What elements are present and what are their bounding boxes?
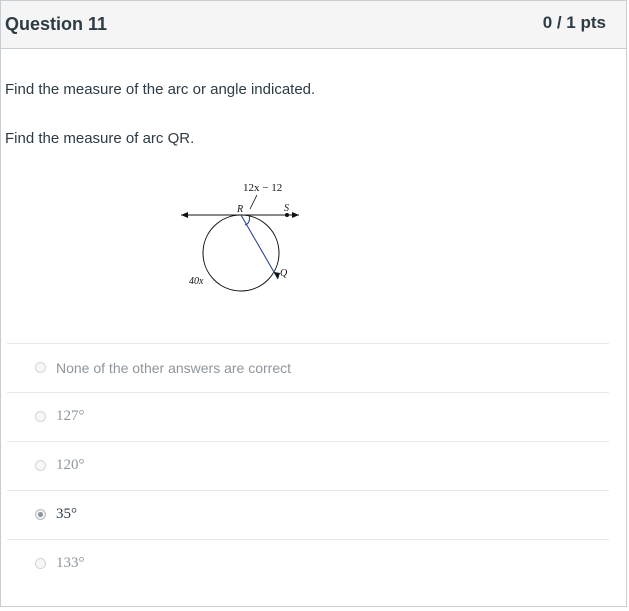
arc-pointer [249,194,258,210]
answer-option[interactable]: None of the other answers are correct [7,343,609,392]
point-q-label: Q [280,268,288,279]
radio-button[interactable] [35,460,46,471]
arc-label-top: 12x − 12 [243,182,282,194]
answer-label: 120° [56,457,85,473]
radio-button[interactable] [35,411,46,422]
circle [202,214,280,292]
answer-label: 127° [56,408,85,424]
radio-button[interactable] [35,558,46,569]
answer-option[interactable]: 127° [7,392,609,441]
question-prompt: Find the measure of arc QR. [5,130,195,147]
answer-option[interactable]: 133° [7,539,609,588]
tangent-arrow-left [181,212,188,218]
radio-button-selected[interactable] [35,509,46,520]
answer-label: 35° [56,506,77,522]
point-s-label: S [284,203,289,214]
question-instruction: Find the measure of the arc or angle ind… [5,81,316,98]
answer-list: None of the other answers are correct 12… [7,343,609,588]
answer-label: None of the other answers are correct [56,360,292,376]
answer-option-selected[interactable]: 35° [7,490,609,539]
point-r-label: R [236,204,243,215]
question-points: 0 / 1 pts [542,13,606,32]
question-header: Question 11 0 / 1 pts [1,1,626,49]
arc-label-left: 40x [189,276,204,287]
answer-option[interactable]: 120° [7,441,609,490]
radio-button[interactable] [35,362,46,373]
tangent-arrow-right [292,212,299,218]
question-title: Question 11 [5,14,108,34]
geometry-figure: 12x − 12 40x R S Q [181,182,299,292]
question-card: Question 11 0 / 1 pts Find the measure o… [0,0,627,607]
answer-label: 133° [56,555,85,571]
